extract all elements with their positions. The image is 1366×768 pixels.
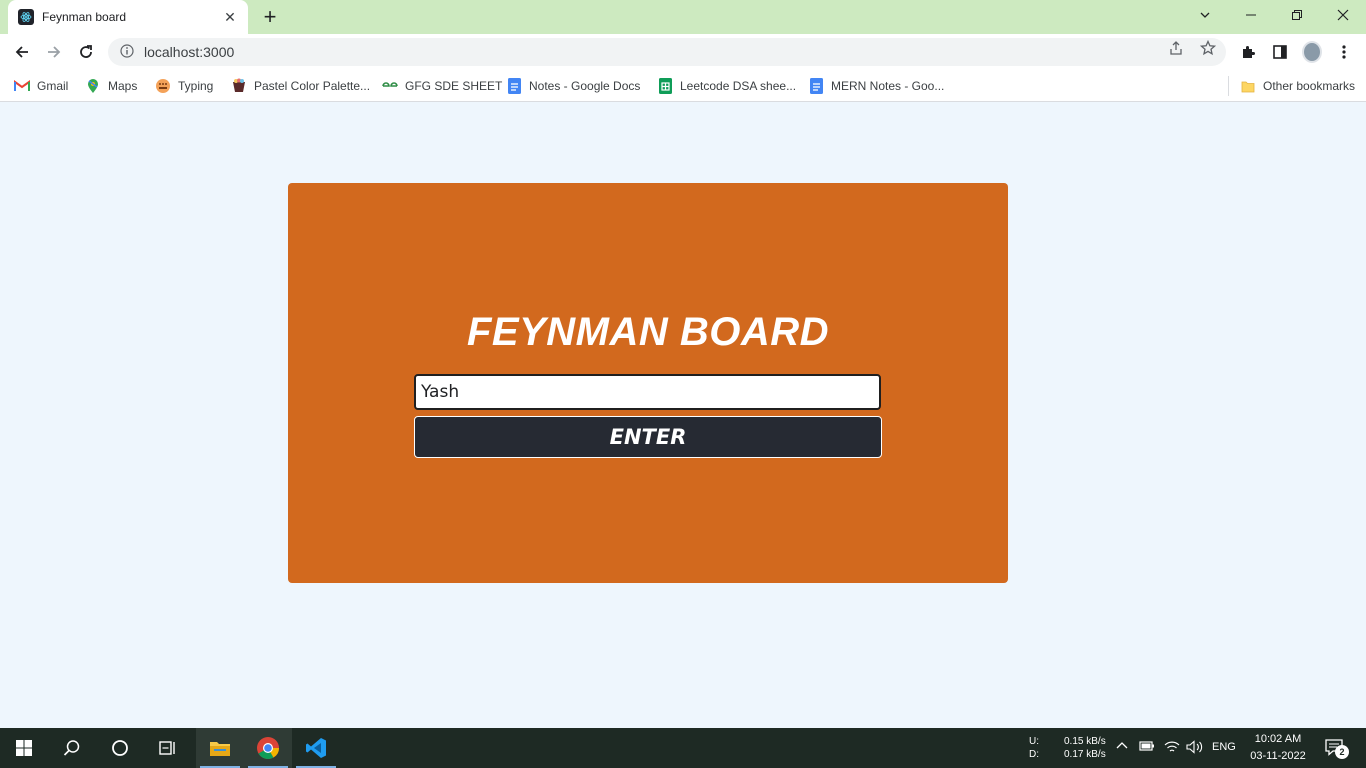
clock-time: 10:02 AM	[1254, 733, 1302, 745]
extensions-icon[interactable]	[1238, 42, 1258, 62]
docs-icon	[808, 78, 824, 94]
tab-search-icon[interactable]	[1182, 0, 1228, 30]
reload-icon[interactable]	[72, 38, 100, 66]
windows-taskbar: U: D: 0.15 kB/s 0.17 kB/s ENG 10:02 AM 0…	[0, 728, 1366, 768]
tab-title: Feynman board	[42, 10, 127, 24]
minimize-icon[interactable]	[1228, 0, 1274, 30]
clock-date: 03-11-2022	[1250, 750, 1306, 762]
bookmark-notes-docs[interactable]: Notes - Google Docs	[506, 76, 640, 96]
search-icon[interactable]	[48, 728, 96, 768]
enter-button[interactable]: ENTER	[414, 416, 882, 458]
task-view-icon[interactable]	[144, 728, 192, 768]
new-tab-button[interactable]: +	[258, 4, 282, 29]
bookmarks-divider	[1228, 76, 1229, 96]
chrome-icon[interactable]	[244, 728, 292, 768]
close-window-icon[interactable]	[1320, 0, 1366, 30]
show-hidden-icons-icon[interactable]	[1116, 740, 1128, 755]
tab-close-icon[interactable]: ✕	[222, 9, 238, 25]
bookmark-star-icon[interactable]	[1199, 39, 1217, 56]
bookmark-gmail[interactable]: Gmail	[14, 76, 68, 96]
restore-icon[interactable]	[1274, 0, 1320, 30]
windows-start-icon[interactable]	[0, 728, 48, 768]
bookmark-gfg-sheet[interactable]: GFG SDE SHEET	[382, 76, 502, 96]
language-indicator[interactable]: ENG	[1212, 741, 1236, 753]
react-icon	[18, 9, 34, 25]
bookmark-pastel-palette[interactable]: Pastel Color Palette...	[231, 76, 370, 96]
net-upload-speed: 0.15 kB/s	[1064, 736, 1106, 747]
login-card: FEYNMAN BOARD ENTER	[288, 183, 1008, 583]
bookmark-mern-notes[interactable]: MERN Notes - Goo...	[808, 76, 944, 96]
name-input[interactable]	[414, 374, 881, 410]
bookmark-leetcode-sheet[interactable]: Leetcode DSA shee...	[657, 76, 796, 96]
net-download-label: D:	[1029, 749, 1039, 760]
gfg-icon	[382, 78, 398, 94]
battery-icon[interactable]	[1139, 740, 1155, 755]
sheets-icon	[657, 78, 673, 94]
maps-icon	[85, 78, 101, 94]
bookmarks-bar: Gmail Maps Typing Pastel Color Palette..…	[0, 70, 1366, 102]
typing-icon	[155, 78, 171, 94]
palette-icon	[231, 78, 247, 94]
wifi-icon[interactable]	[1164, 740, 1180, 757]
browser-tab[interactable]: Feynman board ✕	[8, 0, 248, 34]
other-bookmarks[interactable]: Other bookmarks	[1240, 76, 1355, 96]
file-explorer-icon[interactable]	[196, 728, 244, 768]
browser-toolbar: localhost:3000	[0, 34, 1366, 70]
folder-icon	[1240, 78, 1256, 94]
vscode-icon[interactable]	[292, 728, 340, 768]
bookmark-maps[interactable]: Maps	[85, 76, 137, 96]
menu-icon[interactable]	[1334, 42, 1354, 62]
bookmark-typing[interactable]: Typing	[155, 76, 213, 96]
volume-icon[interactable]	[1186, 740, 1204, 757]
side-panel-icon[interactable]	[1270, 42, 1290, 62]
system-clock[interactable]: 10:02 AM 03-11-2022	[1240, 731, 1316, 765]
action-center-icon[interactable]: 2	[1322, 736, 1349, 760]
notification-count-badge: 2	[1335, 745, 1349, 759]
profile-avatar[interactable]	[1302, 41, 1322, 63]
gmail-icon	[14, 78, 30, 94]
net-download-speed: 0.17 kB/s	[1064, 749, 1106, 760]
site-info-icon[interactable]	[120, 43, 134, 61]
net-upload-label: U:	[1029, 736, 1039, 747]
cortana-icon[interactable]	[96, 728, 144, 768]
back-icon[interactable]	[8, 38, 36, 66]
docs-icon	[506, 78, 522, 94]
forward-icon[interactable]	[40, 38, 68, 66]
url-text: localhost:3000	[144, 44, 235, 60]
page-title: FEYNMAN BOARD	[466, 310, 830, 354]
share-icon[interactable]	[1168, 40, 1184, 56]
browser-tab-strip: Feynman board ✕ +	[0, 0, 1366, 34]
address-bar[interactable]: localhost:3000	[108, 38, 1226, 66]
